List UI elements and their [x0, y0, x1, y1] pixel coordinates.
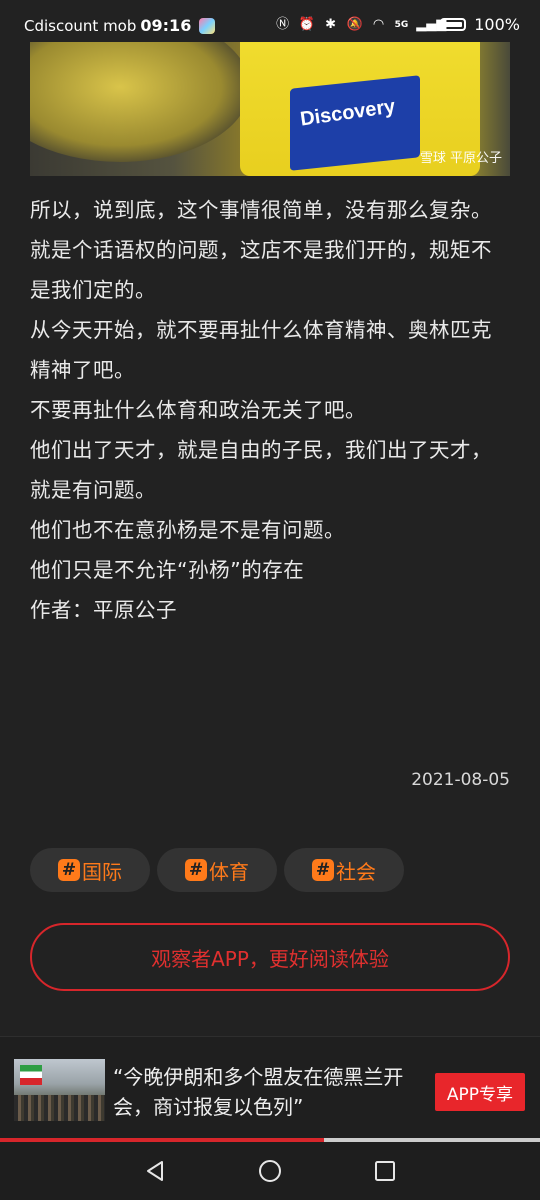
- clock: 09:16: [140, 16, 192, 35]
- alarm-icon: ⏰: [298, 16, 315, 32]
- notification-app-name: Cdiscount mob: [24, 16, 137, 35]
- tag-label: 国际: [82, 859, 122, 884]
- system-navigation-bar: [0, 1142, 540, 1200]
- publish-date: 2021-08-05: [411, 770, 510, 790]
- article-author: 作者：平原公子: [30, 598, 177, 622]
- nfc-icon: Ⓝ: [276, 16, 290, 32]
- tag-society[interactable]: # 社会: [284, 848, 404, 892]
- signal-icon: ▂▄▆: [416, 16, 447, 32]
- bluetooth-icon: ✱: [325, 16, 337, 32]
- hash-icon: #: [58, 859, 80, 881]
- article-body: 所以，说到底，这个事情很简单，没有那么复杂。 就是个话语权的问题，这店不是我们开…: [30, 190, 512, 630]
- article-paragraph: 他们出了天才，就是自由的子民，我们出了天才，就是有问题。: [30, 438, 492, 502]
- battery-percent: 100%: [474, 15, 520, 34]
- mute-icon: 🔕: [346, 16, 363, 32]
- tag-label: 体育: [209, 859, 249, 884]
- news-headline[interactable]: “今晚伊朗和多个盟友在德黑兰开会，商讨报复以色列”: [113, 1062, 413, 1122]
- tag-international[interactable]: # 国际: [30, 848, 150, 892]
- hash-icon: #: [312, 859, 334, 881]
- back-icon[interactable]: [143, 1159, 167, 1183]
- article-paragraph: 不要再扯什么体育和政治无关了吧。: [30, 398, 366, 422]
- app-exclusive-button[interactable]: APP专享: [435, 1073, 525, 1111]
- network-type: 5G: [394, 19, 409, 30]
- image-watermark: 雪球 平原公子: [419, 151, 502, 166]
- news-thumbnail: [14, 1059, 105, 1121]
- article-paragraph: 所以，说到底，这个事情很简单，没有那么复杂。: [30, 198, 492, 222]
- recommended-news-bar[interactable]: “今晚伊朗和多个盟友在德黑兰开会，商讨报复以色列” APP专享: [0, 1036, 540, 1141]
- crowd-image: [14, 1095, 105, 1121]
- recent-apps-icon[interactable]: [373, 1159, 397, 1183]
- home-icon[interactable]: [258, 1159, 282, 1183]
- tag-sports[interactable]: # 体育: [157, 848, 277, 892]
- battery-icon: [440, 18, 467, 31]
- app-notification-icon: [199, 17, 216, 34]
- tag-list: # 国际 # 体育 # 社会: [30, 848, 404, 892]
- article-paragraph: 从今天开始，就不要再扯什么体育精神、奥林匹克精神了吧。: [30, 318, 492, 382]
- hash-icon: #: [185, 859, 207, 881]
- wifi-icon: ◠: [372, 16, 385, 32]
- tag-label: 社会: [336, 859, 376, 884]
- article-paragraph: 他们也不在意孙杨是不是有问题。: [30, 518, 345, 542]
- article-paragraph: 就是个话语权的问题，这店不是我们开的，规矩不是我们定的。: [30, 238, 492, 302]
- flag-image: [20, 1065, 42, 1085]
- article-paragraph: 他们只是不允许“孙杨”的存在: [30, 558, 305, 582]
- image-background: [30, 42, 250, 162]
- article-image[interactable]: Discovery 雪球 平原公子: [30, 42, 510, 176]
- open-app-button[interactable]: 观察者APP，更好阅读体验: [30, 923, 510, 991]
